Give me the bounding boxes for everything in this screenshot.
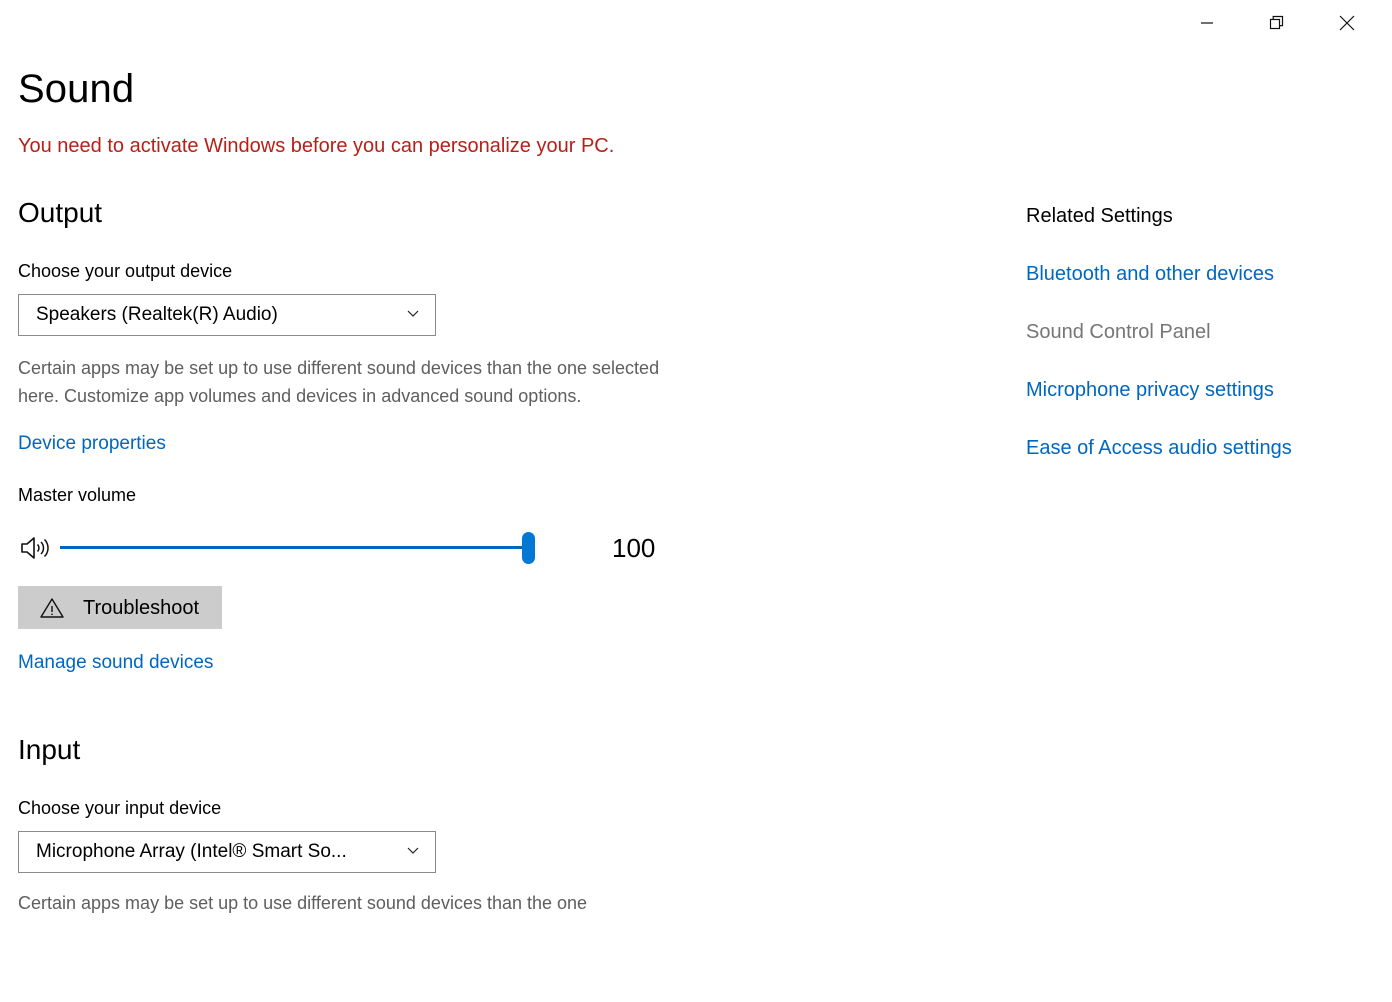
input-device-dropdown[interactable]: Microphone Array (Intel® Smart So... [18,831,436,873]
window-caption-controls [1184,0,1392,46]
input-device-label: Choose your input device [18,798,222,818]
minimize-icon [1200,16,1214,30]
master-volume-slider[interactable] [60,528,535,568]
input-helper-text: Certain apps may be set up to use differ… [18,893,588,913]
speaker-volume-icon[interactable] [18,533,60,563]
related-settings-title: Related Settings [1026,205,1173,227]
output-section-heading: Output [18,197,103,228]
warning-triangle-icon [39,596,65,620]
chevron-down-icon [403,303,423,328]
master-volume-label: Master volume [18,485,137,505]
restore-icon [1269,15,1285,31]
related-link-sound-control-panel[interactable]: Sound Control Panel [1026,320,1366,344]
page-title: Sound [18,67,135,111]
close-icon [1339,15,1355,31]
device-properties-link[interactable]: Device properties [18,432,166,456]
settings-content: Sound You need to activate Windows befor… [18,66,978,917]
minimize-button[interactable] [1184,0,1230,46]
manage-sound-devices-link[interactable]: Manage sound devices [18,651,213,675]
troubleshoot-button[interactable]: Troubleshoot [18,586,222,629]
related-link-bluetooth-and-other-devices[interactable]: Bluetooth and other devices [1026,262,1366,286]
related-link-microphone-privacy-settings[interactable]: Microphone privacy settings [1026,378,1366,402]
input-section-heading: Input [18,734,81,765]
close-button[interactable] [1324,0,1370,46]
master-volume-row: 100 [18,528,978,568]
output-device-label: Choose your output device [18,261,233,281]
slider-thumb[interactable] [522,532,535,564]
master-volume-value: 100 [612,533,656,563]
output-helper-text: Certain apps may be set up to use differ… [18,358,660,406]
troubleshoot-label: Troubleshoot [83,596,199,619]
related-link-ease-of-access-audio-settings[interactable]: Ease of Access audio settings [1026,436,1366,460]
restore-button[interactable] [1254,0,1300,46]
related-settings-panel: Related Settings Bluetooth and other dev… [1026,204,1366,460]
input-device-value: Microphone Array (Intel® Smart So... [36,841,347,862]
slider-fill [60,546,528,549]
output-device-dropdown[interactable]: Speakers (Realtek(R) Audio) [18,294,436,336]
activation-warning: You need to activate Windows before you … [18,135,615,157]
output-device-value: Speakers (Realtek(R) Audio) [36,304,278,325]
chevron-down-icon [403,840,423,865]
